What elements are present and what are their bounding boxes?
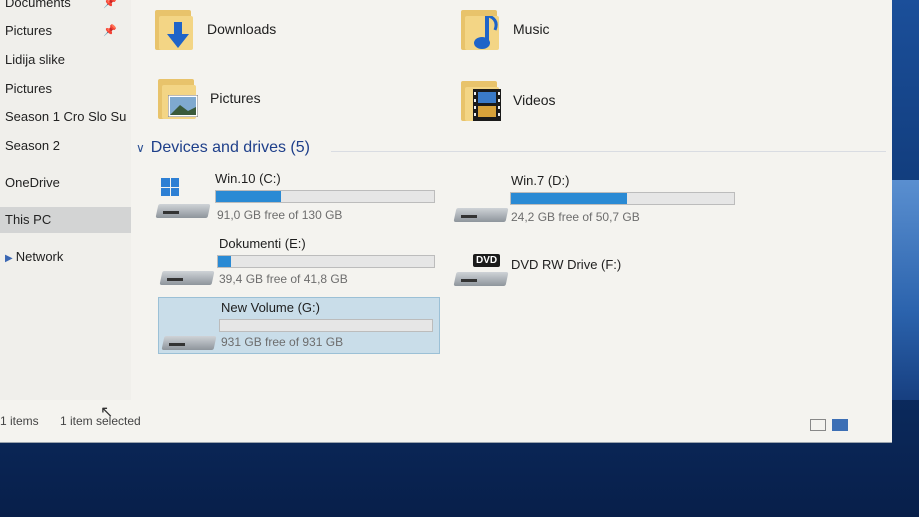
videos-folder-icon xyxy=(459,77,505,123)
drive-usage-bar xyxy=(215,190,435,203)
status-items-count: 1 items xyxy=(0,414,39,428)
pictures-folder-icon xyxy=(156,75,202,121)
section-divider xyxy=(331,151,886,152)
drive-free-space: 931 GB free of 931 GB xyxy=(221,335,344,349)
drive-name: DVD RW Drive (F:) xyxy=(511,257,622,272)
nav-item-onedrive[interactable]: OneDrive xyxy=(0,170,131,196)
drive-c[interactable]: Win.10 (C:) 91,0 GB free of 130 GB xyxy=(153,168,443,226)
drive-usage-fill xyxy=(218,256,231,267)
drive-name: Win.10 (C:) xyxy=(215,171,281,186)
large-icons-view-icon[interactable] xyxy=(832,419,848,431)
downloads-folder-icon xyxy=(153,6,199,52)
network-icon: ▶ xyxy=(5,253,13,264)
music-folder-icon xyxy=(459,6,505,52)
devices-and-drives-header[interactable]: ∨ Devices and drives (5) xyxy=(136,139,310,157)
drive-usage-bar xyxy=(219,319,433,332)
nav-item-this-pc[interactable]: This PC xyxy=(0,207,131,233)
dvd-drive-icon: DVD xyxy=(453,254,509,286)
drive-e[interactable]: Dokumenti (E:) 39,4 GB free of 41,8 GB xyxy=(157,233,447,291)
nav-item-lidija-slike[interactable]: Lidija slike xyxy=(0,47,131,73)
folder-videos[interactable]: Videos xyxy=(459,77,556,123)
hard-drive-icon xyxy=(453,196,509,222)
view-toggle xyxy=(810,419,848,431)
drive-free-space: 24,2 GB free of 50,7 GB xyxy=(511,210,640,224)
drive-usage-fill xyxy=(216,191,282,202)
folder-music[interactable]: Music xyxy=(459,6,550,52)
pin-icon: 📌 xyxy=(103,0,117,9)
folder-pictures[interactable]: Pictures xyxy=(156,75,261,121)
drive-free-space: 91,0 GB free of 130 GB xyxy=(217,208,343,222)
drive-g[interactable]: New Volume (G:) 931 GB free of 931 GB xyxy=(158,297,440,354)
drive-usage-bar xyxy=(510,192,735,205)
hard-drive-icon xyxy=(159,259,215,285)
navigation-pane: Documents 📌 Pictures 📌 Lidija slike Pict… xyxy=(0,0,131,400)
nav-item-season-2[interactable]: Season 2 xyxy=(0,133,131,159)
nav-item-documents[interactable]: Documents 📌 xyxy=(0,0,131,16)
file-explorer-window: Documents 📌 Pictures 📌 Lidija slike Pict… xyxy=(0,0,892,443)
drive-name: Dokumenti (E:) xyxy=(219,236,306,251)
nav-item-pictures-2[interactable]: Pictures xyxy=(0,76,131,102)
drive-name: Win.7 (D:) xyxy=(511,173,570,188)
drive-usage-fill xyxy=(511,193,627,204)
pin-icon: 📌 xyxy=(103,25,117,37)
nav-item-season-1[interactable]: Season 1 Cro Slo Su xyxy=(0,104,131,130)
content-pane: Downloads Music Pictures Videos ∨ Device… xyxy=(131,0,892,400)
folder-downloads[interactable]: Downloads xyxy=(153,6,276,52)
drive-d[interactable]: Win.7 (D:) 24,2 GB free of 50,7 GB xyxy=(451,170,741,228)
hard-drive-icon xyxy=(161,324,217,350)
status-bar: 1 items 1 item selected xyxy=(0,410,892,434)
windows-drive-icon xyxy=(155,178,211,218)
drive-name: New Volume (G:) xyxy=(221,300,320,315)
drive-free-space: 39,4 GB free of 41,8 GB xyxy=(219,272,348,286)
nav-item-network[interactable]: ▶ Network xyxy=(0,244,131,270)
drive-usage-bar xyxy=(217,255,435,268)
nav-item-pictures[interactable]: Pictures 📌 xyxy=(0,18,131,44)
drive-f[interactable]: DVD DVD RW Drive (F:) xyxy=(451,240,741,290)
details-view-icon[interactable] xyxy=(810,419,826,431)
mouse-cursor-icon: ↖ xyxy=(100,404,114,421)
chevron-down-icon: ∨ xyxy=(136,141,145,155)
